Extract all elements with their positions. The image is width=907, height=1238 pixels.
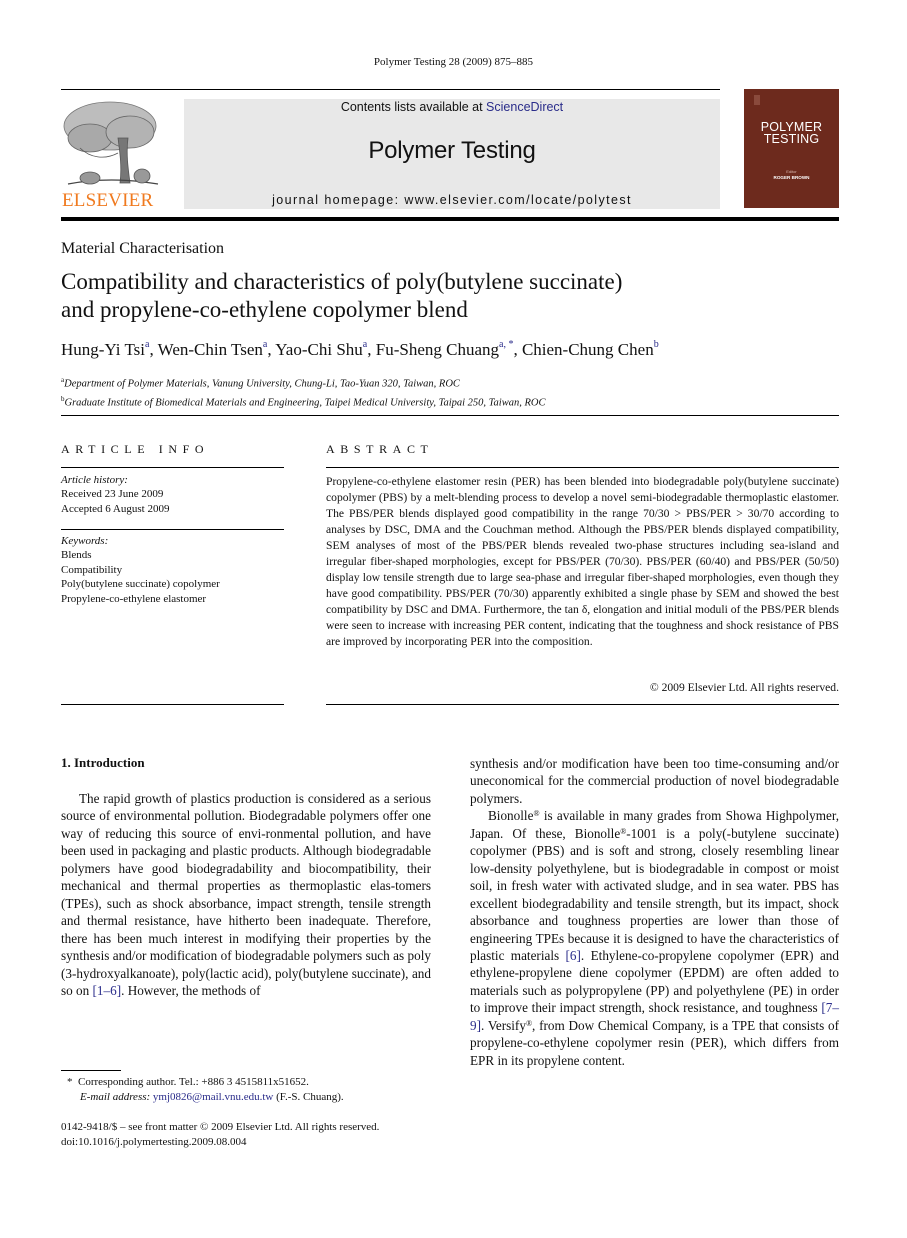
keyword: Poly(butylene succinate) copolymer bbox=[61, 578, 220, 591]
author-affil-mark[interactable]: a bbox=[263, 339, 267, 350]
cover-title-line2: TESTING bbox=[763, 132, 820, 146]
affiliation-b: bGraduate Institute of Biomedical Materi… bbox=[61, 392, 545, 411]
email-suffix: (F.-S. Chuang). bbox=[273, 1091, 344, 1103]
article-title: Compatibility and characteristics of pol… bbox=[61, 268, 841, 324]
paragraph: The rapid growth of plastics production … bbox=[61, 790, 431, 999]
registered-mark: ® bbox=[525, 1018, 533, 1028]
history-label: Article history: bbox=[61, 474, 128, 486]
article-section: Material Characterisation bbox=[61, 240, 225, 257]
author-name[interactable]: Wen-Chin Tsen bbox=[158, 340, 263, 359]
abstract-text: Propylene-co-ethylene elastomer resin (P… bbox=[326, 475, 839, 648]
doi-link[interactable]: doi:10.1016/j.polymertesting.2009.08.004 bbox=[61, 1135, 379, 1150]
paragraph: Bionolle® is available in many grades fr… bbox=[470, 807, 839, 1069]
cover-emblem-icon bbox=[754, 95, 760, 105]
paragraph: synthesis and/or modification have been … bbox=[470, 756, 839, 806]
keyword: Compatibility bbox=[61, 563, 123, 576]
body-column-left: The rapid growth of plastics production … bbox=[61, 790, 431, 999]
journal-reference: Polymer Testing 28 (2009) 875–885 bbox=[373, 56, 534, 68]
text-run: Bionolle bbox=[488, 808, 534, 824]
footnote-line-1: * Corresponding author. Tel.: +886 3 451… bbox=[67, 1075, 344, 1090]
keyword: Propylene-co-ethylene elastomer bbox=[61, 592, 207, 605]
corresponding-text: Corresponding author. Tel.: +886 3 45158… bbox=[78, 1076, 309, 1088]
affiliation-rule bbox=[61, 415, 839, 416]
affil-text: Graduate Institute of Biomedical Materia… bbox=[64, 397, 546, 408]
front-matter: 0142-9418/$ – see front matter © 2009 El… bbox=[61, 1120, 379, 1150]
corresponding-author-footnote: * Corresponding author. Tel.: +886 3 451… bbox=[67, 1075, 344, 1105]
author-name[interactable]: Yao-Chi Shu bbox=[275, 340, 363, 359]
affiliation-a: aDepartment of Polymer Materials, Vanung… bbox=[61, 373, 545, 392]
abstract-rule bbox=[326, 704, 839, 705]
abstract-rule bbox=[326, 467, 839, 468]
email-label: E-mail address: bbox=[80, 1091, 151, 1103]
author-affil-mark[interactable]: a, * bbox=[499, 339, 513, 350]
article-info-rule bbox=[61, 529, 284, 530]
introduction-heading: 1. Introduction bbox=[61, 755, 145, 770]
author-name[interactable]: Fu-Sheng Chuang bbox=[376, 340, 499, 359]
issn-line: 0142-9418/$ – see front matter © 2009 El… bbox=[61, 1121, 380, 1133]
text-run: -1001 is a poly(-butylene succinate) cop… bbox=[470, 825, 839, 963]
registered-mark: ® bbox=[533, 809, 540, 819]
text-run: . However, the methods of bbox=[121, 982, 261, 998]
header-bottom-rule bbox=[61, 217, 839, 221]
affiliations: aDepartment of Polymer Materials, Vanung… bbox=[61, 373, 545, 410]
article-info-rule bbox=[61, 704, 284, 705]
contents-line: Contents lists available at ScienceDirec… bbox=[184, 100, 720, 114]
footnote-rule bbox=[61, 1070, 121, 1071]
cover-editor-label: Editor bbox=[786, 169, 797, 174]
author-name[interactable]: Chien-Chung Chen bbox=[522, 340, 654, 359]
cover-title: POLYMER TESTING bbox=[744, 121, 839, 146]
footnote-star: * bbox=[67, 1076, 73, 1088]
journal-cover-thumbnail[interactable]: POLYMER TESTING Editor ROGER BROWN bbox=[744, 89, 839, 208]
elsevier-wordmark: ELSEVIER bbox=[62, 190, 154, 211]
article-info-heading: ARTICLE INFO bbox=[61, 442, 210, 456]
author-name[interactable]: Hung-Yi Tsi bbox=[61, 340, 145, 359]
header-top-rule bbox=[61, 89, 720, 90]
received-date: Received 23 June 2009 bbox=[61, 488, 164, 501]
email-link[interactable]: ymj0826@mail.vnu.edu.tw bbox=[153, 1091, 273, 1103]
keyword: Blends bbox=[61, 549, 92, 562]
author-list: Hung-Yi Tsia, Wen-Chin Tsena, Yao-Chi Sh… bbox=[61, 339, 659, 359]
journal-title: Polymer Testing bbox=[368, 137, 536, 164]
journal-homepage-link[interactable]: journal homepage: www.elsevier.com/locat… bbox=[184, 193, 720, 207]
abstract-heading: ABSTRACT bbox=[326, 442, 434, 456]
text-run: . Versify bbox=[481, 1017, 526, 1033]
cover-editor-name: ROGER BROWN bbox=[773, 175, 810, 180]
registered-mark: ® bbox=[620, 826, 627, 836]
title-line-1: Compatibility and characteristics of pol… bbox=[61, 269, 623, 294]
author-affil-mark[interactable]: a bbox=[145, 339, 149, 350]
accepted-date: Accepted 6 August 2009 bbox=[61, 502, 170, 515]
body-column-right: synthesis and/or modification have been … bbox=[470, 755, 839, 1069]
citation-link[interactable]: [1–6] bbox=[93, 983, 122, 998]
title-line-2: and propylene-co-ethylene copolymer blen… bbox=[61, 297, 468, 322]
abstract-copyright: © 2009 Elsevier Ltd. All rights reserved… bbox=[649, 681, 839, 694]
keywords-label: Keywords: bbox=[61, 535, 109, 547]
sciencedirect-link[interactable]: ScienceDirect bbox=[486, 100, 563, 114]
keywords: Keywords: Blends Compatibility Poly(buty… bbox=[61, 534, 220, 606]
footnote-line-2: E-mail address: ymj0826@mail.vnu.edu.tw … bbox=[67, 1090, 344, 1105]
article-history: Article history: Received 23 June 2009 A… bbox=[61, 473, 169, 516]
text-run: The rapid growth of plastics production … bbox=[61, 791, 431, 998]
author-affil-mark[interactable]: a bbox=[363, 339, 367, 350]
contents-prefix: Contents lists available at bbox=[340, 100, 487, 114]
author-affil-mark[interactable]: b bbox=[654, 339, 659, 350]
affil-text: Department of Polymer Materials, Vanung … bbox=[64, 378, 460, 390]
article-info-rule bbox=[61, 467, 284, 468]
citation-link[interactable]: [6] bbox=[566, 948, 581, 963]
